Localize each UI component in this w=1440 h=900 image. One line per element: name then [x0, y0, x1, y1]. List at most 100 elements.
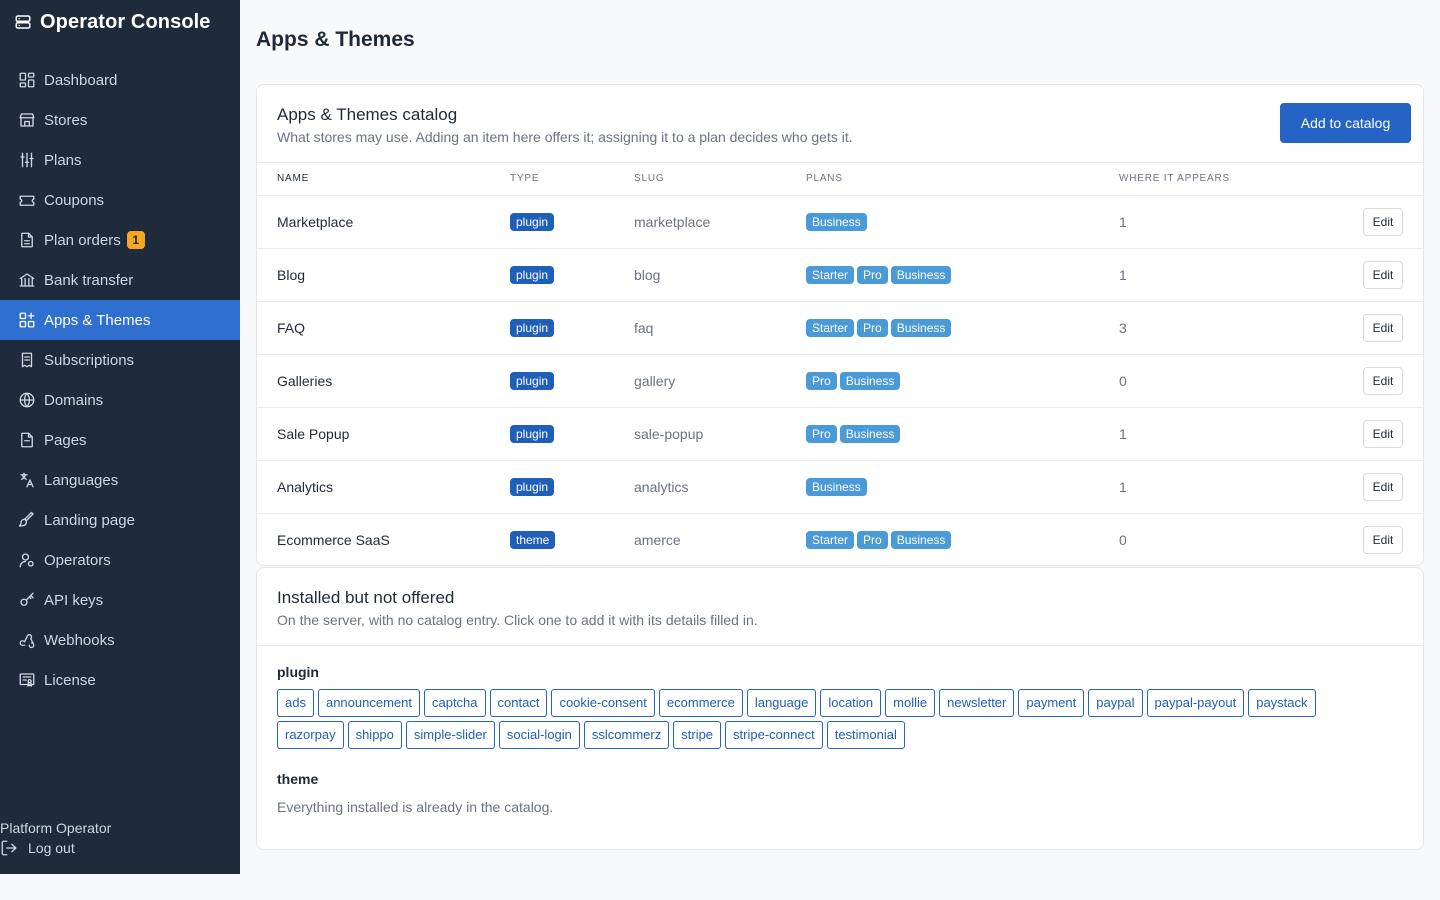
item-actions-cell: Edit — [1316, 513, 1423, 566]
file-icon — [18, 231, 36, 249]
sidebar-item-label: Coupons — [44, 191, 105, 209]
apps-icon — [18, 311, 36, 329]
item-slug: sale-popup — [634, 407, 806, 461]
sidebar-item-domains[interactable]: Domains — [0, 380, 240, 420]
plugin-chip[interactable]: paypal-payout — [1146, 689, 1245, 717]
edit-button[interactable]: Edit — [1363, 207, 1403, 236]
edit-button[interactable]: Edit — [1363, 260, 1403, 289]
item-slug: faq — [634, 301, 806, 355]
sidebar-item-plans[interactable]: Plans — [0, 140, 240, 180]
plugin-chip[interactable]: stripe-connect — [725, 721, 823, 749]
catalog-subtitle: What stores may use. Adding an item here… — [277, 129, 853, 145]
plugin-chip[interactable]: payment — [1018, 689, 1085, 717]
type-badge: theme — [510, 530, 556, 549]
sliders-icon — [18, 151, 36, 169]
item-name: Analytics — [257, 460, 510, 514]
col-type: TYPE — [510, 163, 634, 196]
sidebar-item-webhooks[interactable]: Webhooks — [0, 620, 240, 660]
plugin-chip[interactable]: announcement — [317, 689, 420, 717]
plugin-chip[interactable]: social-login — [498, 721, 580, 749]
table-row: Blog plugin blog Starter Pro Business 1 Edit — [257, 248, 1423, 302]
item-where-count: 0 — [1119, 354, 1317, 408]
edit-button[interactable]: Edit — [1363, 366, 1403, 395]
sidebar-item-label: Webhooks — [44, 631, 115, 649]
plugin-chip[interactable]: testimonial — [826, 721, 905, 749]
col-where: WHERE IT APPEARS — [1119, 163, 1317, 196]
sidebar-item-languages[interactable]: Languages — [0, 460, 240, 500]
edit-button[interactable]: Edit — [1363, 313, 1403, 342]
item-actions-cell: Edit — [1316, 354, 1423, 408]
sidebar-item-license[interactable]: License — [0, 660, 240, 700]
plugin-chip[interactable]: razorpay — [277, 721, 344, 749]
item-where-count: 1 — [1119, 195, 1317, 249]
item-type-cell: plugin — [510, 195, 634, 249]
plugin-chip[interactable]: location — [820, 689, 882, 717]
sidebar-item-dashboard[interactable]: Dashboard — [0, 60, 240, 100]
type-badge: plugin — [510, 318, 555, 337]
plugin-chip[interactable]: simple-slider — [405, 721, 495, 749]
brand[interactable]: Operator Console — [0, 0, 240, 44]
edit-button[interactable]: Edit — [1363, 419, 1403, 448]
sidebar-item-operators[interactable]: Operators — [0, 540, 240, 580]
catalog-card: Apps & Themes catalog What stores may us… — [256, 84, 1424, 566]
table-row: FAQ plugin faq Starter Pro Business 3 Edit — [257, 301, 1423, 355]
col-name: NAME — [257, 163, 510, 196]
item-plans-cell: Starter Pro Business — [806, 301, 1119, 355]
sidebar-item-plan-orders[interactable]: Plan orders 1 — [0, 220, 240, 260]
edit-button[interactable]: Edit — [1363, 472, 1403, 501]
plan-badge: Business — [839, 424, 901, 443]
plan-badge: Starter — [806, 265, 855, 284]
item-where-count: 1 — [1119, 248, 1317, 302]
sidebar-item-apps-themes[interactable]: Apps & Themes — [0, 300, 240, 340]
plugin-heading: plugin — [277, 664, 319, 680]
sidebar-item-bank-transfer[interactable]: Bank transfer — [0, 260, 240, 300]
sidebar-item-label: Apps & Themes — [44, 311, 151, 329]
plugin-chip[interactable]: contact — [489, 689, 548, 717]
sidebar-item-subscriptions[interactable]: Subscriptions — [0, 340, 240, 380]
plugin-chip[interactable]: mollie — [885, 689, 936, 717]
user-icon — [18, 551, 36, 569]
plugin-chip[interactable]: paypal — [1088, 689, 1143, 717]
table-header-row: NAME TYPE SLUG PLANS WHERE IT APPEARS — [257, 163, 1423, 196]
plugin-chip-list: ads announcement captcha contact cookie-cons… — [277, 689, 1377, 749]
sidebar-item-landing-page[interactable]: Landing page — [0, 500, 240, 540]
sidebar-item-stores[interactable]: Stores — [0, 100, 240, 140]
add-to-catalog-button[interactable]: Add to catalog — [1280, 103, 1411, 143]
theme-heading: theme — [277, 771, 319, 787]
plugin-chip[interactable]: ads — [277, 689, 314, 717]
item-name: Ecommerce SaaS — [277, 531, 390, 548]
plugin-chip[interactable]: ecommerce — [658, 689, 743, 717]
item-where-count: 0 — [1119, 531, 1127, 548]
sidebar-item-label: Plans — [44, 151, 82, 169]
sidebar-item-api-keys[interactable]: API keys — [0, 580, 240, 620]
sidebar-item-label: Dashboard — [44, 71, 118, 89]
catalog-table: NAME TYPE SLUG PLANS WHERE IT APPEARS Ma… — [257, 163, 1423, 566]
plugin-chip[interactable]: sslcommerz — [583, 721, 670, 749]
sidebar: Operator Console Dashboard Stores Plans Cou… — [0, 0, 240, 874]
sidebar-item-pages[interactable]: Pages — [0, 420, 240, 460]
bank-icon — [18, 271, 36, 289]
table-row: Galleries plugin gallery Pro Business 0 Edit — [257, 354, 1423, 408]
logout-icon — [0, 839, 18, 857]
edit-button[interactable]: Edit — [1363, 525, 1403, 554]
item-name: Sale Popup — [257, 407, 510, 461]
plugin-chip[interactable]: paystack — [1248, 689, 1316, 717]
plugin-chip[interactable]: cookie-consent — [551, 689, 655, 717]
plugin-chip[interactable]: newsletter — [939, 689, 1015, 717]
plugin-chip[interactable]: shippo — [347, 721, 402, 749]
item-plans-cell: Pro Business — [806, 354, 1119, 408]
plugin-chip[interactable]: language — [746, 689, 817, 717]
installed-subtitle: On the server, with no catalog entry. Cl… — [277, 612, 758, 628]
plugin-chip[interactable]: stripe — [673, 721, 722, 749]
plugin-chip[interactable]: captcha — [423, 689, 486, 717]
item-slug: amerce — [634, 531, 681, 548]
page-title: Apps & Themes — [256, 28, 415, 51]
sidebar-item-label: Stores — [44, 111, 88, 129]
plan-badge: Pro — [806, 424, 837, 443]
table-row: Analytics plugin analytics Business 1 Edit — [257, 460, 1423, 514]
brush-icon — [18, 511, 36, 529]
sidebar-item-coupons[interactable]: Coupons — [0, 180, 240, 220]
count-badge: 1 — [126, 231, 145, 249]
col-plans: PLANS — [806, 163, 1119, 196]
logout-link[interactable]: Log out — [0, 838, 111, 858]
